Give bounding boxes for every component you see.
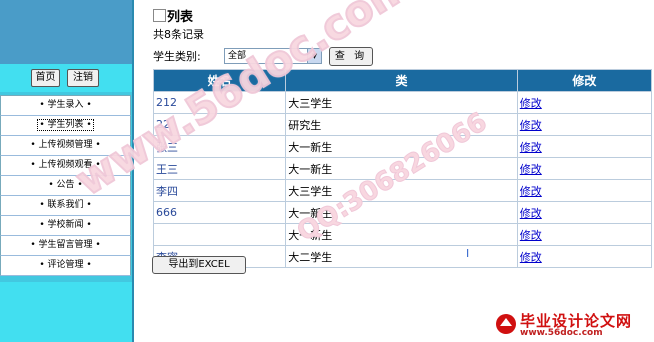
cell-name [152, 223, 287, 246]
sidebar-footer-area [0, 282, 133, 342]
student-type-select[interactable]: 全部 ▼ [224, 48, 322, 64]
sidebar-item-contact[interactable]: • 联系我们 • [0, 196, 131, 216]
cell-name: 212 [152, 91, 287, 114]
edit-link[interactable]: 修改 [520, 119, 542, 132]
cell-type: 大一新生 [285, 201, 518, 224]
sidebar-item-label: • 评论管理 • [39, 260, 92, 270]
sidebar-item-video-watch[interactable]: • 上传视频观看 • [0, 156, 131, 176]
cell-type: 大三学生 [285, 179, 518, 202]
page-title-area: 列表 [153, 6, 193, 25]
edit-link[interactable]: 修改 [520, 207, 542, 220]
page-title: 列表 [167, 10, 194, 25]
cell-name: 666 [152, 201, 287, 224]
cell-type: 大二学生 [285, 245, 518, 268]
logo-icon [496, 314, 516, 334]
sidebar-item-student-entry[interactable]: • 学生录入 • [0, 95, 131, 116]
cell-type: 研究生 [285, 113, 518, 136]
cell-type: 大一新生 [285, 223, 518, 246]
sidebar-menu: • 学生录入 • • 学生列表 • • 上传视频管理 • • 上传视频观看 • … [0, 95, 131, 276]
record-count: 共8条记录 [153, 28, 204, 41]
table-row: 666 大一新生 修改 [152, 201, 653, 224]
sidebar-item-label: • 学生留言管理 • [30, 240, 101, 250]
chevron-down-icon[interactable]: ▼ [307, 49, 321, 63]
sidebar-item-video-upload-manage[interactable]: • 上传视频管理 • [0, 136, 131, 156]
student-type-select-value: 全部 [228, 51, 247, 61]
sidebar-item-label: • 学生列表 • [37, 119, 94, 131]
cell-name: 张三 [152, 135, 287, 158]
student-table: 姓名 类 修改 212 大三学生 修改 22 研究生 修改 张三 大一新生 修改… [152, 69, 653, 268]
column-header-name: 姓名 [152, 69, 287, 92]
sidebar-item-announcement[interactable]: • 公告 • [0, 176, 131, 196]
table-header-row: 姓名 类 修改 [152, 69, 653, 92]
sidebar-item-school-news[interactable]: • 学校新闻 • [0, 216, 131, 236]
sidebar-item-label: • 学校新闻 • [39, 220, 92, 230]
cell-name: 22 [152, 113, 287, 136]
edit-link[interactable]: 修改 [520, 185, 542, 198]
edit-link[interactable]: 修改 [520, 251, 542, 264]
sidebar-item-label: • 公告 • [48, 180, 83, 190]
title-checkbox-icon [153, 9, 166, 22]
edit-link[interactable]: 修改 [520, 229, 542, 242]
sidebar-item-label: • 联系我们 • [39, 200, 92, 210]
cell-type: 大一新生 [285, 157, 518, 180]
filter-label: 学生类别: [153, 50, 201, 63]
cell-type: 大一新生 [285, 135, 518, 158]
table-row: 22 研究生 修改 [152, 113, 653, 136]
sidebar-item-label: • 学生录入 • [39, 100, 92, 110]
edit-link[interactable]: 修改 [520, 97, 542, 110]
sidebar-item-label: • 上传视频管理 • [30, 140, 101, 150]
query-button[interactable]: 查 询 [329, 47, 373, 66]
sidebar-item-label: • 上传视频观看 • [30, 160, 101, 170]
cell-edit: 修改 [516, 91, 653, 114]
sidebar-item-message-manage[interactable]: • 学生留言管理 • [0, 236, 131, 256]
logout-button[interactable]: 注销 [67, 69, 99, 87]
table-row: 大一新生 修改 [152, 223, 653, 246]
export-excel-button[interactable]: 导出到EXCEL [152, 256, 246, 274]
table-row: 张三 大一新生 修改 [152, 135, 653, 158]
table-row: 212 大三学生 修改 [152, 91, 653, 114]
text-cursor-icon: I [466, 247, 470, 260]
cell-edit: 修改 [516, 179, 653, 202]
sidebar-header-area [0, 0, 133, 64]
edit-link[interactable]: 修改 [520, 141, 542, 154]
sidebar-item-comment-manage[interactable]: • 评论管理 • [0, 256, 131, 276]
column-header-type: 类 [285, 69, 518, 92]
cell-edit: 修改 [516, 201, 653, 224]
cell-edit: 修改 [516, 245, 653, 268]
home-button[interactable]: 首页 [31, 69, 60, 87]
cell-edit: 修改 [516, 135, 653, 158]
column-header-edit: 修改 [516, 69, 653, 92]
cell-edit: 修改 [516, 223, 653, 246]
table-row: 李四 大三学生 修改 [152, 179, 653, 202]
cell-edit: 修改 [516, 157, 653, 180]
edit-link[interactable]: 修改 [520, 163, 542, 176]
cell-name: 王三 [152, 157, 287, 180]
cell-name: 李四 [152, 179, 287, 202]
cell-edit: 修改 [516, 113, 653, 136]
sidebar-item-student-list[interactable]: • 学生列表 • [0, 116, 131, 136]
logo-url: www.56doc.com [520, 328, 603, 338]
cell-type: 大三学生 [285, 91, 518, 114]
table-row: 王三 大一新生 修改 [152, 157, 653, 180]
